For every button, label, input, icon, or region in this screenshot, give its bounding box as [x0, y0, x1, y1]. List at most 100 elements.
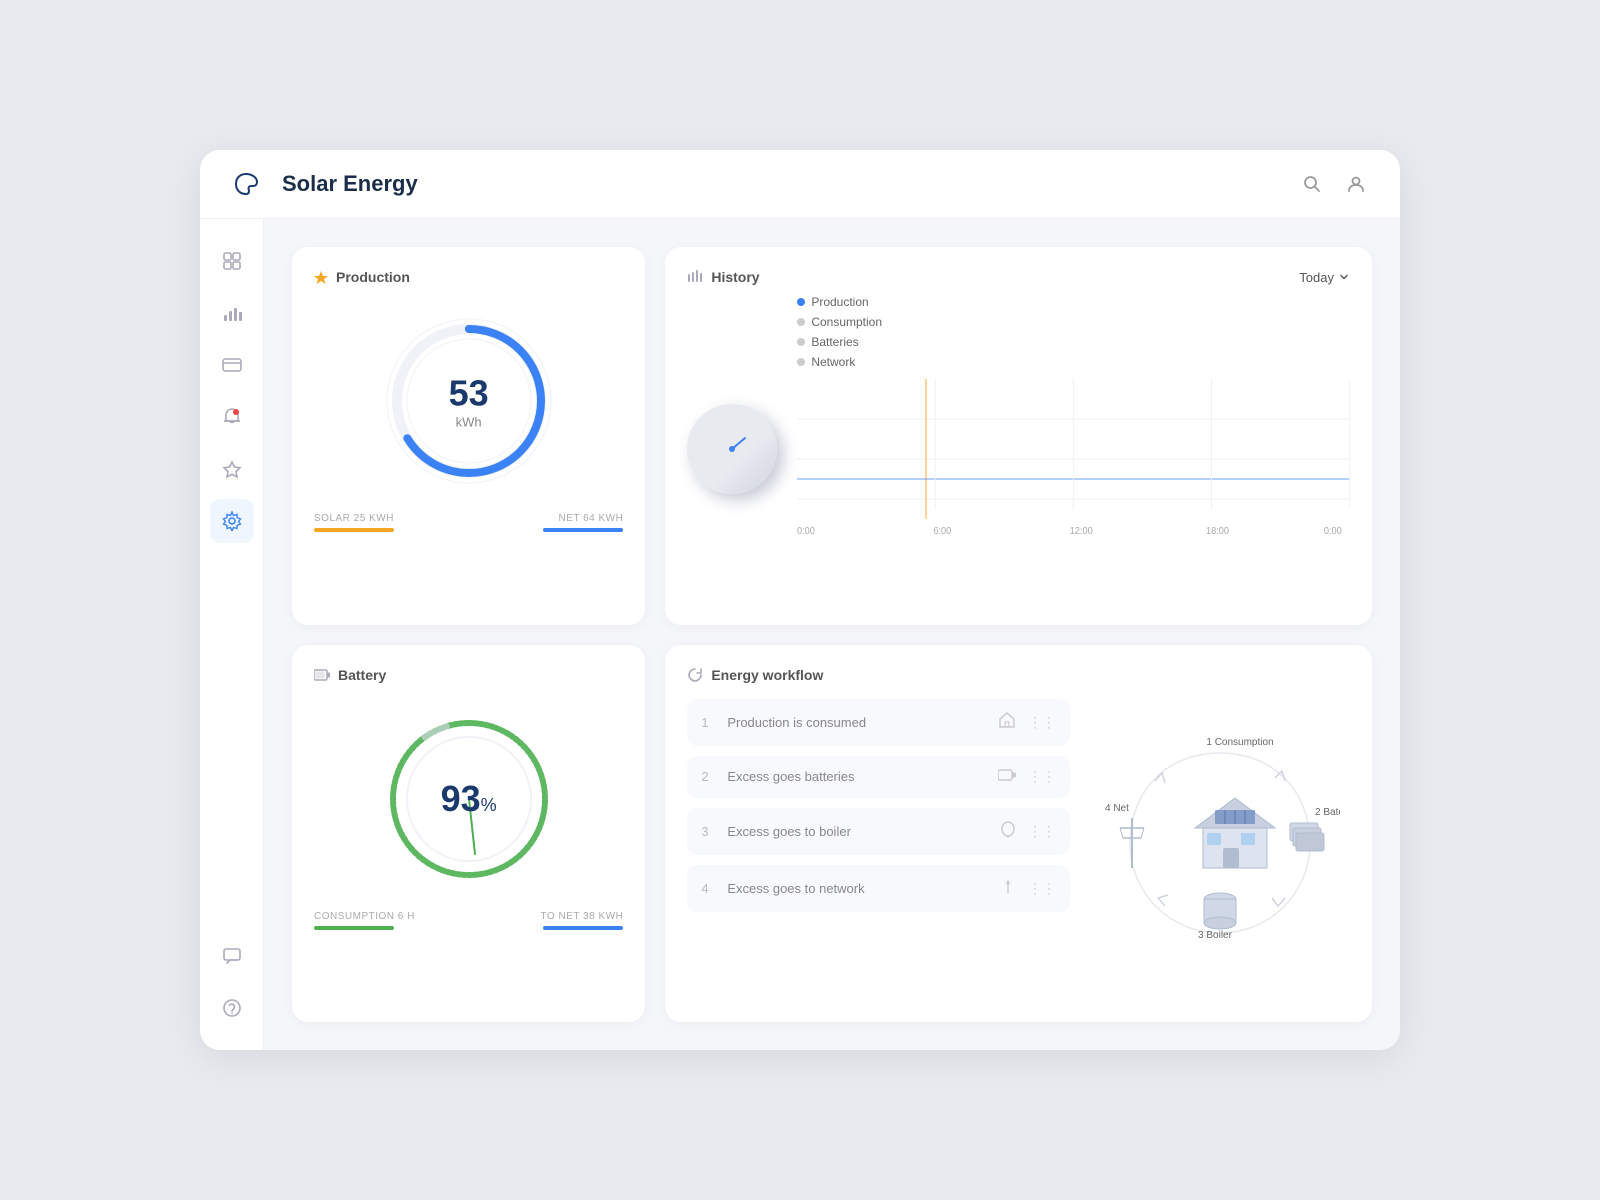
legend-batteries: Batteries: [797, 335, 882, 349]
history-chart-right: Production Consumption Batteries: [797, 295, 1350, 603]
legend-production: Production: [797, 295, 882, 309]
sidebar-item-card[interactable]: [210, 343, 254, 387]
workflow-item-2: 2 Excess goes batteries ⋮⋮: [687, 756, 1070, 798]
solar-label: SOLAR 25 kWh: [314, 513, 394, 524]
main-layout: Production 53 kWh S: [200, 219, 1400, 1050]
workflow-num-4: 4: [701, 881, 715, 896]
workflow-header: Energy workflow: [687, 667, 1070, 683]
logo: [230, 168, 262, 200]
today-button[interactable]: Today: [1299, 270, 1350, 285]
sidebar: [200, 219, 264, 1050]
sidebar-item-settings[interactable]: [210, 499, 254, 543]
production-title: Production: [336, 269, 410, 285]
battery-net-label: TO NET 38 kWh: [541, 911, 624, 922]
workflow-diagram: 1 Consumption 2 Bateries 3 Boiler 4 Net: [1090, 667, 1350, 1001]
workflow-content: Energy workflow 1 Production is consumed…: [687, 667, 1070, 1001]
solar-bar: [314, 528, 394, 532]
battery-unit: %: [481, 795, 497, 815]
consumption-label: CONSUMPTION 6 h: [314, 911, 415, 922]
sidebar-item-notifications[interactable]: [210, 395, 254, 439]
svg-text:0:00: 0:00: [797, 526, 815, 537]
consumption-bar: [314, 926, 394, 930]
battery-value: 93: [441, 778, 481, 819]
history-chart-svg: 0:00 6:00 12:00 18:00 0:00: [797, 379, 1350, 603]
diagram-svg: 1 Consumption 2 Bateries 3 Boiler 4 Net: [1100, 723, 1340, 943]
production-header: Production: [314, 269, 410, 285]
battery-title: Battery: [338, 667, 386, 683]
svg-text:6:00: 6:00: [934, 526, 952, 537]
production-bars: [314, 528, 623, 532]
legend-dot-network: [797, 358, 805, 366]
legend-dot-consumption: [797, 318, 805, 326]
legend-consumption: Consumption: [797, 315, 882, 329]
workflow-num-3: 3: [701, 824, 715, 839]
search-icon[interactable]: [1298, 170, 1326, 198]
sidebar-item-favorites[interactable]: [210, 447, 254, 491]
production-value-center: 53 kWh: [449, 373, 489, 430]
svg-text:0:00: 0:00: [1324, 526, 1342, 537]
workflow-drag-3: ⋮⋮: [1028, 823, 1056, 840]
workflow-icon-network: [1000, 877, 1016, 900]
legend-list: Production Consumption Batteries: [797, 295, 882, 369]
workflow-label-1: Production is consumed: [727, 715, 986, 730]
chart-dial: [687, 404, 777, 494]
battery-gauge-labels: CONSUMPTION 6 h TO NET 38 kWh: [314, 911, 623, 922]
workflow-title: Energy workflow: [711, 667, 823, 683]
sidebar-item-help[interactable]: [210, 986, 254, 1030]
workflow-item-1: 1 Production is consumed ⋮⋮: [687, 699, 1070, 746]
workflow-drag-1: ⋮⋮: [1028, 714, 1056, 731]
workflow-label-2: Excess goes batteries: [727, 769, 986, 784]
workflow-icon-house: [998, 711, 1016, 734]
battery-gauge: 93%: [379, 709, 559, 889]
history-knob: [687, 295, 777, 603]
production-gauge: 53 kWh: [379, 311, 559, 491]
history-legend: Production Consumption Batteries: [797, 295, 1350, 369]
history-header-left: History: [687, 269, 759, 285]
legend-network: Network: [797, 355, 882, 369]
battery-bars: [314, 926, 623, 930]
svg-text:3 Boiler: 3 Boiler: [1198, 930, 1233, 941]
net-bar: [543, 528, 623, 532]
diagram-container: 1 Consumption 2 Bateries 3 Boiler 4 Net: [1100, 723, 1340, 943]
top-bar-actions: [1298, 170, 1370, 198]
workflow-drag-2: ⋮⋮: [1028, 768, 1056, 785]
net-label: NET 64 kWh: [558, 513, 623, 524]
battery-value-center: 93%: [441, 778, 497, 820]
workflow-drag-4: ⋮⋮: [1028, 880, 1056, 897]
svg-text:12:00: 12:00: [1070, 526, 1093, 537]
sidebar-item-analytics[interactable]: [210, 291, 254, 335]
production-card: Production 53 kWh S: [292, 247, 645, 625]
workflow-num-2: 2: [701, 769, 715, 784]
production-value: 53: [449, 373, 489, 415]
page-title: Solar Energy: [282, 171, 418, 197]
sidebar-item-dashboard[interactable]: [210, 239, 254, 283]
svg-text:2 Bateries: 2 Bateries: [1315, 807, 1340, 818]
battery-card: Battery: [292, 645, 645, 1023]
workflow-icon-battery: [998, 768, 1016, 786]
history-header: History Today: [687, 269, 1350, 285]
workflow-card: Energy workflow 1 Production is consumed…: [665, 645, 1372, 1023]
workflow-item-3: 3 Excess goes to boiler ⋮⋮: [687, 808, 1070, 855]
workflow-icon-boiler: [1000, 820, 1016, 843]
history-card: History Today: [665, 247, 1372, 625]
workflow-label-3: Excess goes to boiler: [727, 824, 988, 839]
svg-text:18:00: 18:00: [1206, 526, 1229, 537]
content-area: Production 53 kWh S: [264, 219, 1400, 1050]
history-chart-area: Production Consumption Batteries: [687, 295, 1350, 603]
top-bar: Solar Energy: [200, 150, 1400, 219]
sidebar-item-messages[interactable]: [210, 934, 254, 978]
history-title: History: [711, 269, 759, 285]
battery-header: Battery: [314, 667, 386, 683]
workflow-list: 1 Production is consumed ⋮⋮ 2 Excess goe…: [687, 699, 1070, 1001]
svg-text:4 Net: 4 Net: [1105, 803, 1129, 814]
svg-text:1 Consumption: 1 Consumption: [1206, 737, 1273, 748]
user-icon[interactable]: [1342, 170, 1370, 198]
battery-net-bar: [543, 926, 623, 930]
workflow-label-4: Excess goes to network: [727, 881, 988, 896]
workflow-item-4: 4 Excess goes to network ⋮⋮: [687, 865, 1070, 912]
production-unit: kWh: [449, 415, 489, 430]
legend-dot-batteries: [797, 338, 805, 346]
production-gauge-labels: SOLAR 25 kWh NET 64 kWh: [314, 513, 623, 524]
legend-dot-production: [797, 298, 805, 306]
app-window: Solar Energy: [200, 150, 1400, 1050]
